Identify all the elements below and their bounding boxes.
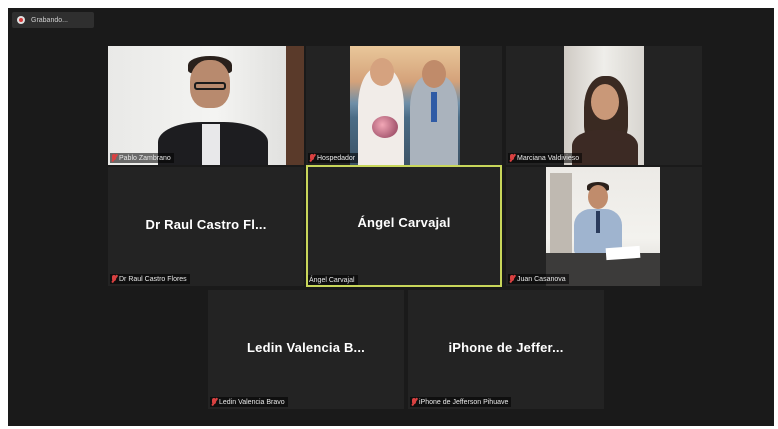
participant-name-tag: Dr Raul Castro Flores	[110, 274, 190, 284]
participant-name: Marciana Valdivieso	[517, 154, 580, 162]
mic-muted-icon	[411, 398, 417, 406]
mic-muted-icon	[111, 154, 117, 162]
participant-name-tag: Hospedador	[308, 153, 359, 163]
participant-name-tag: Marciana Valdivieso	[508, 153, 583, 163]
participant-display-name: Dr Raul Castro Fl...	[145, 217, 267, 232]
participant-name-tag: Ledin Valencia Bravo	[210, 397, 288, 407]
participant-tile-iphone[interactable]: iPhone de Jeffer... iPhone de Jefferson …	[408, 290, 604, 409]
participant-name: Ángel Carvajal	[309, 276, 355, 284]
participant-name: Ledin Valencia Bravo	[219, 398, 285, 406]
participant-display-name: iPhone de Jeffer...	[448, 340, 564, 355]
participant-tile-host[interactable]: Hospedador	[306, 46, 502, 165]
participant-video	[350, 46, 460, 165]
record-dot-icon	[17, 16, 25, 24]
mic-muted-icon	[509, 154, 515, 162]
meeting-window: Grabando... Pablo Zambrano Hospedador Ma…	[8, 8, 774, 426]
participant-tile-pablo[interactable]: Pablo Zambrano	[108, 46, 304, 165]
participant-video	[564, 46, 644, 165]
participant-name: Juan Casanova	[517, 275, 566, 283]
participant-name: iPhone de Jefferson Pihuave	[419, 398, 509, 406]
participant-tile-angel[interactable]: Ángel Carvajal Ángel Carvajal	[306, 165, 502, 287]
participant-tile-ledin[interactable]: Ledin Valencia B... Ledin Valencia Bravo	[208, 290, 404, 409]
participant-name-tag: Pablo Zambrano	[110, 153, 174, 163]
participant-display-name: Ángel Carvajal	[357, 215, 451, 230]
participant-name-tag: Ángel Carvajal	[308, 275, 358, 285]
participant-name-tag: iPhone de Jefferson Pihuave	[410, 397, 512, 407]
participant-tile-raul[interactable]: Dr Raul Castro Fl... Dr Raul Castro Flor…	[108, 167, 304, 286]
mic-muted-icon	[509, 275, 515, 283]
mic-muted-icon	[309, 154, 315, 162]
recording-label: Grabando...	[31, 16, 68, 24]
mic-muted-icon	[111, 275, 117, 283]
mic-muted-icon	[211, 398, 217, 406]
participant-tile-juan[interactable]: Juan Casanova	[506, 167, 702, 286]
participant-name: Dr Raul Castro Flores	[119, 275, 187, 283]
participant-name: Pablo Zambrano	[119, 154, 171, 162]
recording-indicator[interactable]: Grabando...	[12, 12, 94, 28]
participant-name: Hospedador	[317, 154, 356, 162]
participant-display-name: Ledin Valencia B...	[247, 340, 365, 355]
participant-video	[108, 46, 304, 165]
participant-name-tag: Juan Casanova	[508, 274, 569, 284]
participant-tile-marciana[interactable]: Marciana Valdivieso	[506, 46, 702, 165]
participant-video	[546, 167, 660, 286]
